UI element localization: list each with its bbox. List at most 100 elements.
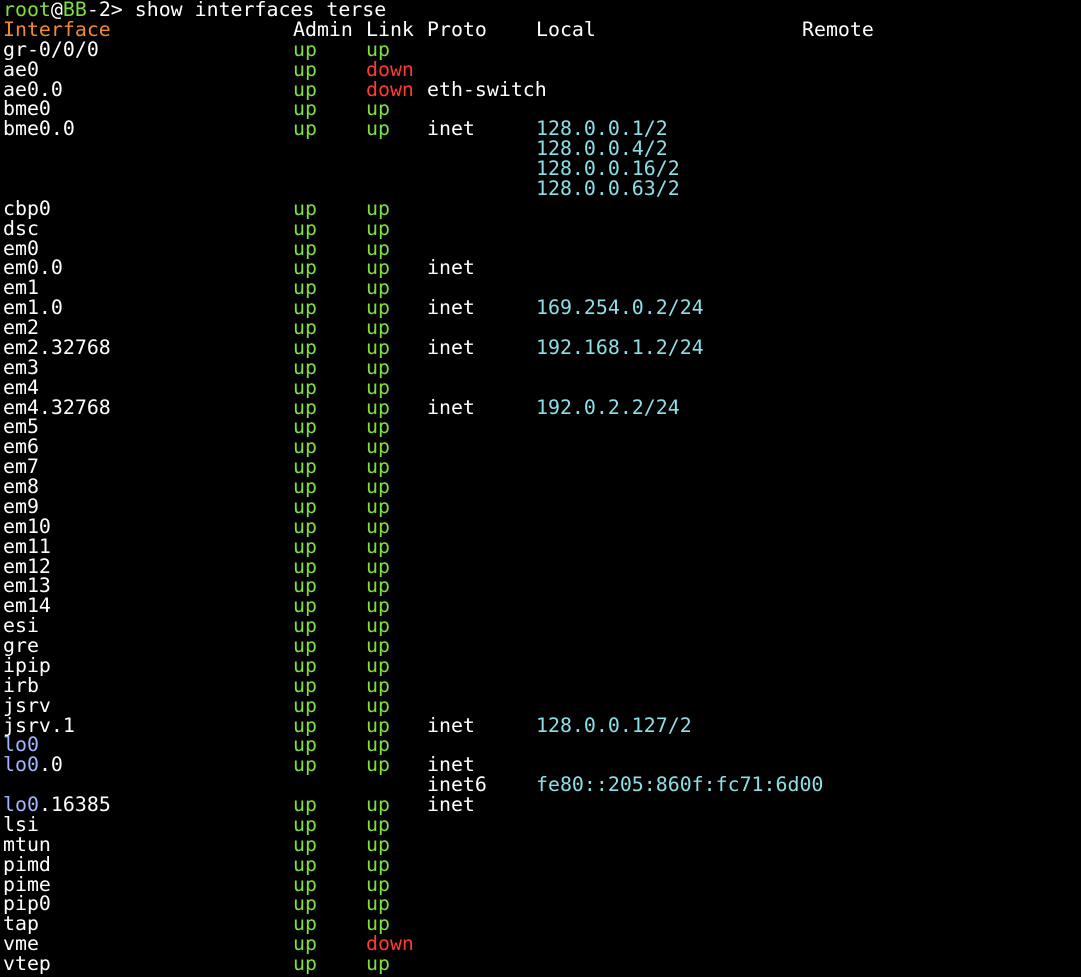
link-status: up bbox=[366, 812, 390, 836]
terminal-window[interactable]: root@BB-2> show interfaces terse Interfa… bbox=[3, 0, 1081, 977]
interface-name: gre bbox=[3, 634, 39, 657]
table-row: lo0.16385 up up inet bbox=[3, 795, 1081, 815]
table-row: lo0 up up bbox=[3, 735, 1081, 755]
link-status: up bbox=[366, 634, 390, 657]
link-status: up bbox=[366, 375, 390, 399]
interface-name: em9 bbox=[3, 494, 39, 518]
admin-status: up bbox=[293, 335, 317, 359]
interface-name: em2.32768 bbox=[3, 335, 111, 359]
table-row: dsc up up bbox=[3, 216, 1081, 240]
table-row: ae0.0 up down eth-switch bbox=[3, 77, 1081, 101]
table-row: lsi up up bbox=[3, 812, 1081, 836]
table-header: Interface Admin Link Proto Local Remote bbox=[3, 17, 1081, 41]
admin-status: up bbox=[293, 37, 317, 61]
link-status: up bbox=[366, 693, 390, 717]
link-status: down bbox=[366, 57, 414, 81]
table-row: em12 up up bbox=[3, 556, 1081, 577]
link-status: up bbox=[366, 216, 390, 240]
header-local: Local bbox=[536, 17, 596, 41]
table-row: cbp0 up up bbox=[3, 196, 1081, 220]
admin-status: up bbox=[293, 316, 317, 339]
admin-status: up bbox=[293, 634, 317, 657]
link-status: up bbox=[366, 653, 390, 677]
local-address: 128.0.0.127/2 bbox=[536, 713, 692, 737]
table-row: 128.0.0.16/2 bbox=[3, 159, 1081, 179]
table-row: em4.32768 up up inet 192.0.2.2/24 bbox=[3, 395, 1081, 419]
link-status: up bbox=[366, 534, 390, 558]
command-prompt-line: root@BB-2> show interfaces terse bbox=[3, 0, 1081, 20]
interface-name: pimd bbox=[3, 852, 51, 876]
table-row: em2 up up bbox=[3, 318, 1081, 338]
table-row: em0.0 up up inet bbox=[3, 258, 1081, 278]
table-row: em0 up up bbox=[3, 238, 1081, 259]
admin-status: up bbox=[293, 534, 317, 558]
link-status: up bbox=[366, 952, 390, 975]
protocol: inet bbox=[427, 793, 475, 816]
table-row: em9 up up bbox=[3, 494, 1081, 518]
admin-status: up bbox=[293, 852, 317, 876]
admin-status: up bbox=[293, 196, 317, 220]
protocol: inet bbox=[427, 395, 475, 419]
header-link: Link bbox=[366, 17, 414, 41]
local-address: 192.168.1.2/24 bbox=[536, 335, 704, 359]
table-row: em3 up up bbox=[3, 355, 1081, 379]
link-status: up bbox=[366, 514, 390, 538]
protocol: inet bbox=[427, 296, 475, 320]
table-row: em7 up up bbox=[3, 457, 1081, 477]
admin-status: up bbox=[293, 952, 317, 975]
table-row: esi up up bbox=[3, 616, 1081, 636]
interface-name: lsi bbox=[3, 812, 39, 836]
protocol: inet bbox=[427, 335, 475, 359]
table-row: jsrv.1 up up inet 128.0.0.127/2 bbox=[3, 713, 1081, 737]
link-status: up bbox=[366, 37, 390, 61]
link-status: up bbox=[366, 335, 390, 359]
interface-name: em11 bbox=[3, 534, 51, 558]
interface-name: lo0.16385 bbox=[3, 793, 111, 816]
interface-name: cbp0 bbox=[3, 196, 51, 220]
admin-status: up bbox=[293, 355, 317, 379]
interface-name: em3 bbox=[3, 355, 39, 379]
interface-name: bme0.0 bbox=[3, 117, 75, 141]
admin-status: up bbox=[293, 375, 317, 399]
local-address: fe80::205:860f:fc71:6d00 bbox=[536, 773, 824, 797]
admin-status: up bbox=[293, 494, 317, 518]
local-address: 192.0.2.2/24 bbox=[536, 395, 680, 419]
admin-status: up bbox=[293, 653, 317, 677]
table-row: em10 up up bbox=[3, 514, 1081, 538]
link-status: up bbox=[366, 832, 390, 856]
interface-name: em8 bbox=[3, 475, 39, 498]
interface-name: em4 bbox=[3, 375, 39, 399]
header-remote: Remote bbox=[802, 17, 874, 41]
table-row: pime up up bbox=[3, 874, 1081, 895]
table-row: jsrv up up bbox=[3, 693, 1081, 717]
link-status: up bbox=[366, 475, 390, 498]
link-status: up bbox=[366, 494, 390, 518]
table-row: vtep up up bbox=[3, 954, 1081, 974]
admin-status: up bbox=[293, 793, 317, 816]
interface-table-body: gr-0/0/0 up up ae0 up down ae0.0 up down eth-swit… bbox=[3, 37, 1081, 974]
table-row: mtun up up bbox=[3, 832, 1081, 856]
interface-name: em2 bbox=[3, 316, 39, 339]
header-interface: Interface bbox=[3, 17, 111, 41]
table-row: pimd up up bbox=[3, 852, 1081, 876]
table-row: inet6 fe80::205:860f:fc71:6d00 bbox=[3, 775, 1081, 795]
admin-status: up bbox=[293, 693, 317, 717]
local-address: 169.254.0.2/24 bbox=[536, 296, 704, 320]
table-row: irb up up bbox=[3, 673, 1081, 697]
table-row: ipip up up bbox=[3, 653, 1081, 677]
admin-status: up bbox=[293, 117, 317, 141]
admin-status: up bbox=[293, 673, 317, 697]
protocol: inet bbox=[427, 713, 475, 737]
admin-status: up bbox=[293, 753, 317, 777]
table-row: em14 up up bbox=[3, 596, 1081, 616]
interface-name: vtep bbox=[3, 952, 51, 975]
admin-status: up bbox=[293, 812, 317, 836]
protocol: eth-switch bbox=[427, 77, 547, 101]
table-row: ae0 up down bbox=[3, 57, 1081, 81]
header-admin: Admin bbox=[293, 17, 353, 41]
admin-status: up bbox=[293, 832, 317, 856]
admin-status: up bbox=[293, 514, 317, 538]
local-address: 128.0.0.63/2 bbox=[536, 176, 680, 200]
interface-name: em10 bbox=[3, 514, 51, 538]
table-row: tap up up bbox=[3, 914, 1081, 934]
